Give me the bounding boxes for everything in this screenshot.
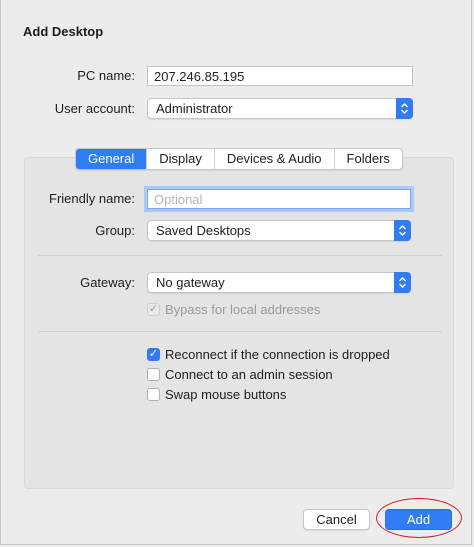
swap-mouse-label[interactable]: Swap mouse buttons [165, 387, 286, 402]
tab-folders[interactable]: Folders [333, 149, 402, 169]
pc-name-field[interactable]: 207.246.85.195 [147, 66, 413, 86]
bypass-local-row: ✓ Bypass for local addresses [147, 302, 320, 317]
checkmark-icon: ✓ [148, 348, 159, 360]
friendly-name-label: Friendly name: [49, 191, 135, 206]
swap-mouse-row: Swap mouse buttons [147, 387, 286, 402]
group-label: Group: [95, 223, 135, 238]
divider [38, 331, 442, 332]
admin-session-label[interactable]: Connect to an admin session [165, 367, 333, 382]
group-popup[interactable]: Saved Desktops [147, 220, 411, 241]
tab-bar: General Display Devices & Audio Folders [75, 148, 403, 170]
friendly-name-placeholder: Optional [154, 192, 203, 207]
gateway-label: Gateway: [80, 275, 135, 290]
bypass-local-checkbox[interactable]: ✓ [147, 303, 160, 316]
tab-display[interactable]: Display [146, 149, 214, 169]
admin-session-checkbox[interactable] [147, 368, 160, 381]
tab-general[interactable]: General [76, 149, 147, 169]
reconnect-row: ✓ Reconnect if the connection is dropped [147, 347, 390, 362]
admin-session-row: Connect to an admin session [147, 367, 333, 382]
swap-mouse-checkbox[interactable] [147, 388, 160, 401]
pc-name-label: PC name: [77, 68, 135, 83]
cancel-button[interactable]: Cancel [303, 509, 370, 530]
user-account-label: User account: [54, 101, 135, 116]
user-account-value: Administrator [156, 101, 233, 116]
reconnect-checkbox[interactable]: ✓ [147, 348, 160, 361]
updown-chevron-icon [394, 220, 411, 241]
gateway-popup[interactable]: No gateway [147, 272, 411, 293]
friendly-name-field[interactable]: Optional [147, 189, 411, 209]
pc-name-value: 207.246.85.195 [154, 69, 245, 84]
bypass-local-label: Bypass for local addresses [165, 302, 321, 317]
add-desktop-dialog: Add Desktop PC name: 207.246.85.195 User… [0, 0, 472, 545]
gateway-value: No gateway [156, 275, 225, 290]
user-account-popup[interactable]: Administrator [147, 98, 413, 119]
checkmark-icon: ✓ [148, 303, 159, 315]
add-button-highlight-circle [376, 498, 462, 538]
tab-devices-audio[interactable]: Devices & Audio [213, 149, 334, 169]
divider [38, 255, 442, 256]
dialog-title: Add Desktop [23, 24, 104, 39]
updown-chevron-icon [394, 272, 411, 293]
updown-chevron-icon [396, 98, 413, 119]
reconnect-label[interactable]: Reconnect if the connection is dropped [165, 347, 390, 362]
group-value: Saved Desktops [156, 223, 251, 238]
